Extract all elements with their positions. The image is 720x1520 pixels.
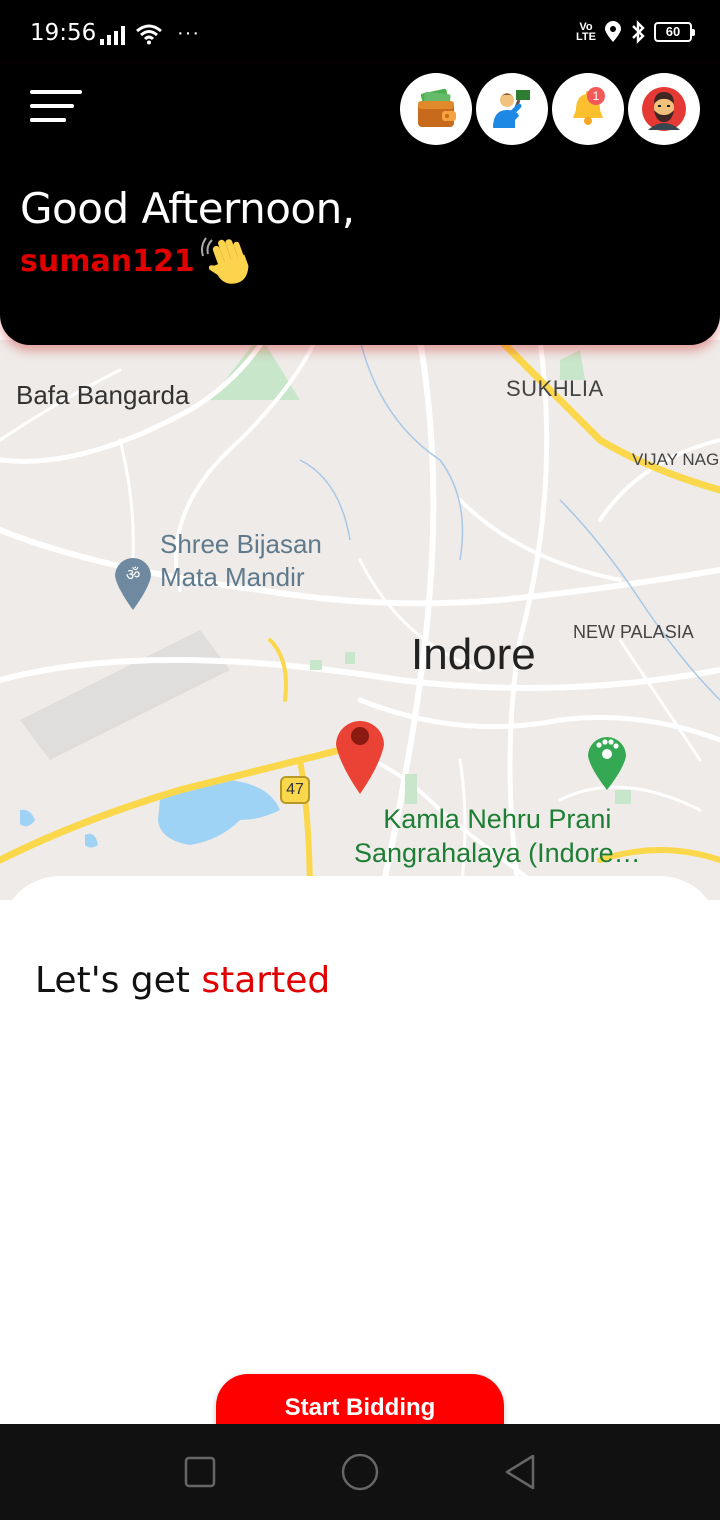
notification-badge: 1 (587, 87, 605, 105)
header-actions: 1 (400, 73, 700, 145)
bluetooth-icon (632, 20, 645, 44)
app-header: 1 Good Afternoon, suman121 (0, 64, 720, 345)
location-icon (605, 21, 621, 42)
sheet-title-accent: started (201, 960, 331, 1001)
wifi-icon (136, 24, 162, 45)
status-left-icons: ··· (100, 22, 200, 45)
bidder-button[interactable] (476, 73, 548, 145)
profile-button[interactable] (628, 73, 700, 145)
recents-button[interactable] (170, 1442, 230, 1502)
notification-count: 1 (593, 89, 600, 103)
zoo-marker[interactable] (588, 737, 626, 790)
status-time: 19:56 (30, 20, 97, 46)
signal-icon (100, 25, 125, 45)
square-icon (184, 1456, 216, 1488)
status-more-dots: ··· (177, 22, 200, 44)
waving-hand-icon (201, 237, 249, 284)
map-label-temple-line2: Mata Mandir (160, 562, 305, 592)
circle-icon (341, 1453, 379, 1491)
map-label-sukhlia: SUKHLIA (506, 376, 604, 401)
map-label-city: Indore (411, 630, 536, 679)
menu-icon[interactable] (30, 90, 86, 130)
back-button[interactable] (490, 1442, 550, 1502)
map-label-bafa: Bafa Bangarda (16, 380, 190, 410)
battery-icon: 60 (654, 22, 695, 42)
map-label-zoo-line2: Sangrahalaya (Indore… (354, 838, 641, 868)
system-nav-bar (0, 1424, 720, 1520)
status-right-icons: Vo LTE 60 (576, 20, 695, 44)
wallet-button[interactable] (400, 73, 472, 145)
location-pin-icon[interactable] (336, 721, 384, 794)
svg-text:ॐ: ॐ (126, 565, 141, 584)
map-label-temple: Shree Bijasan Mata Mandir (160, 528, 322, 594)
status-bar: 19:56 ··· Vo LTE 60 (0, 0, 720, 64)
bottom-sheet: Let's get started Start Bidding (0, 876, 720, 1438)
map-view[interactable]: ॐ Bafa Bangarda SUKHLIA VIJAY NAG Shree … (0, 340, 720, 900)
greeting-text: Good Afternoon, (20, 184, 355, 233)
notification-button[interactable]: 1 (552, 73, 624, 145)
back-triangle-icon (505, 1454, 535, 1490)
username-text: suman121 (20, 244, 195, 279)
sheet-title: Let's get started (35, 960, 330, 1001)
sheet-title-prefix: Let's get (35, 960, 202, 1001)
temple-marker[interactable]: ॐ (115, 558, 151, 610)
map-label-new-palasia: NEW PALASIA (573, 622, 694, 642)
profile-avatar-icon (642, 87, 686, 131)
volte-icon: Vo LTE (576, 21, 596, 43)
map-label-temple-line1: Shree Bijasan (160, 529, 322, 559)
map-label-zoo: Kamla Nehru Prani Sangrahalaya (Indore… (354, 802, 641, 870)
bidder-icon (493, 90, 530, 128)
map-label-vijay-nagar: VIJAY NAG (632, 450, 720, 469)
wallet-icon (418, 88, 456, 127)
highway-shield: 47 (280, 776, 310, 804)
map-label-zoo-line1: Kamla Nehru Prani (383, 804, 612, 834)
home-button[interactable] (330, 1442, 390, 1502)
